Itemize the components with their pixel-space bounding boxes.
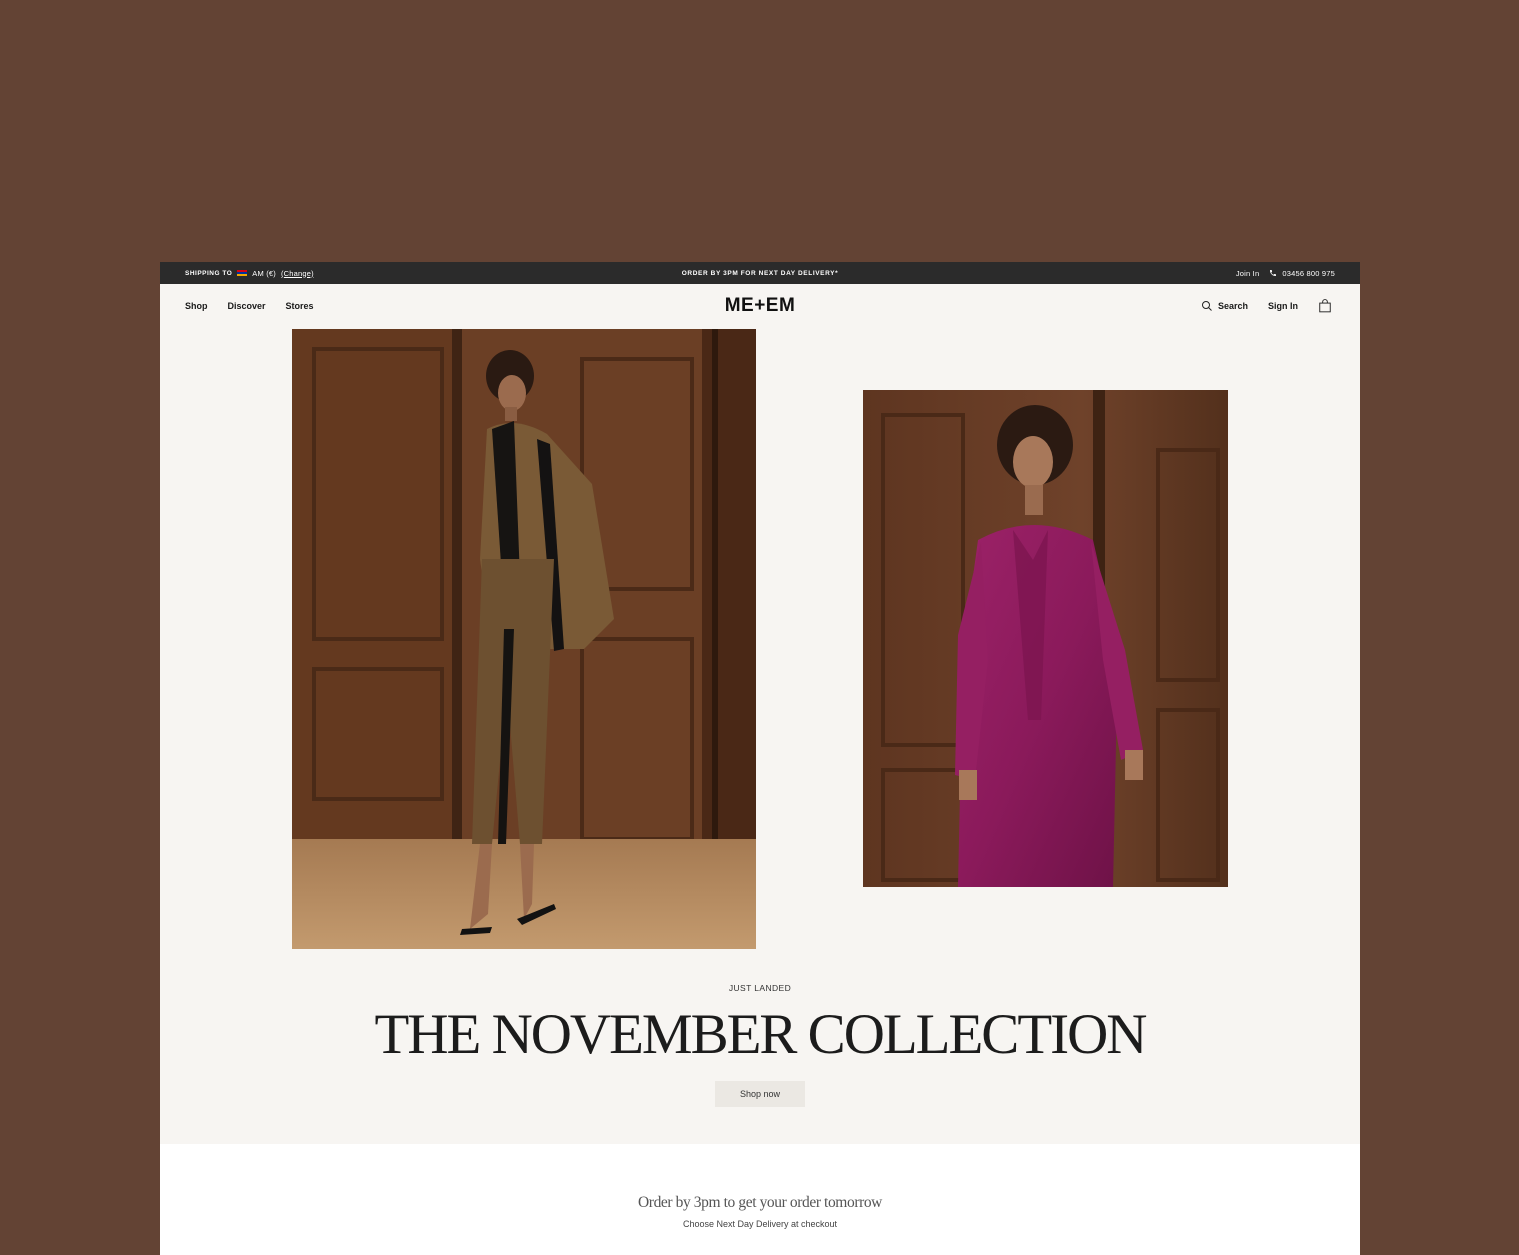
browser-page: SHIPPING TO AM (€) (Change) ORDER BY 3PM… <box>160 262 1360 1255</box>
delivery-promo: ORDER BY 3PM FOR NEXT DAY DELIVERY* <box>681 269 839 277</box>
shop-now-button[interactable]: Shop now <box>715 1081 805 1107</box>
hero-eyebrow: JUST LANDED <box>728 983 792 993</box>
delivery-subtitle: Choose Next Day Delivery at checkout <box>682 1219 838 1229</box>
nav-shop[interactable]: Shop <box>185 301 208 311</box>
bag-icon[interactable] <box>1318 299 1332 313</box>
phone-contact[interactable]: 03456 800 975 <box>1269 269 1335 278</box>
delivery-banner: Order by 3pm to get your order tomorrow … <box>160 1144 1360 1255</box>
sign-in-link[interactable]: Sign In <box>1268 301 1298 311</box>
main-nav: Shop Discover Stores ME+EM Search Sign I… <box>160 284 1360 328</box>
search-icon <box>1201 301 1212 311</box>
hero-image-blouse[interactable] <box>863 390 1228 887</box>
nav-stores[interactable]: Stores <box>286 301 314 311</box>
search-label: Search <box>1217 301 1248 311</box>
brand-logo[interactable]: ME+EM <box>160 284 1360 328</box>
join-link[interactable]: Join In <box>1236 269 1260 278</box>
hero-headline: THE NOVEMBER COLLECTION <box>374 1003 1148 1066</box>
phone-number: 03456 800 975 <box>1282 268 1335 278</box>
delivery-title: Order by 3pm to get your order tomorrow <box>638 1194 882 1211</box>
nav-discover[interactable]: Discover <box>228 301 266 311</box>
search-button[interactable]: Search <box>1201 300 1248 312</box>
hero-image-suit[interactable] <box>292 329 756 949</box>
promo-bar: SHIPPING TO AM (€) (Change) ORDER BY 3PM… <box>160 262 1360 284</box>
phone-icon <box>1270 270 1277 276</box>
